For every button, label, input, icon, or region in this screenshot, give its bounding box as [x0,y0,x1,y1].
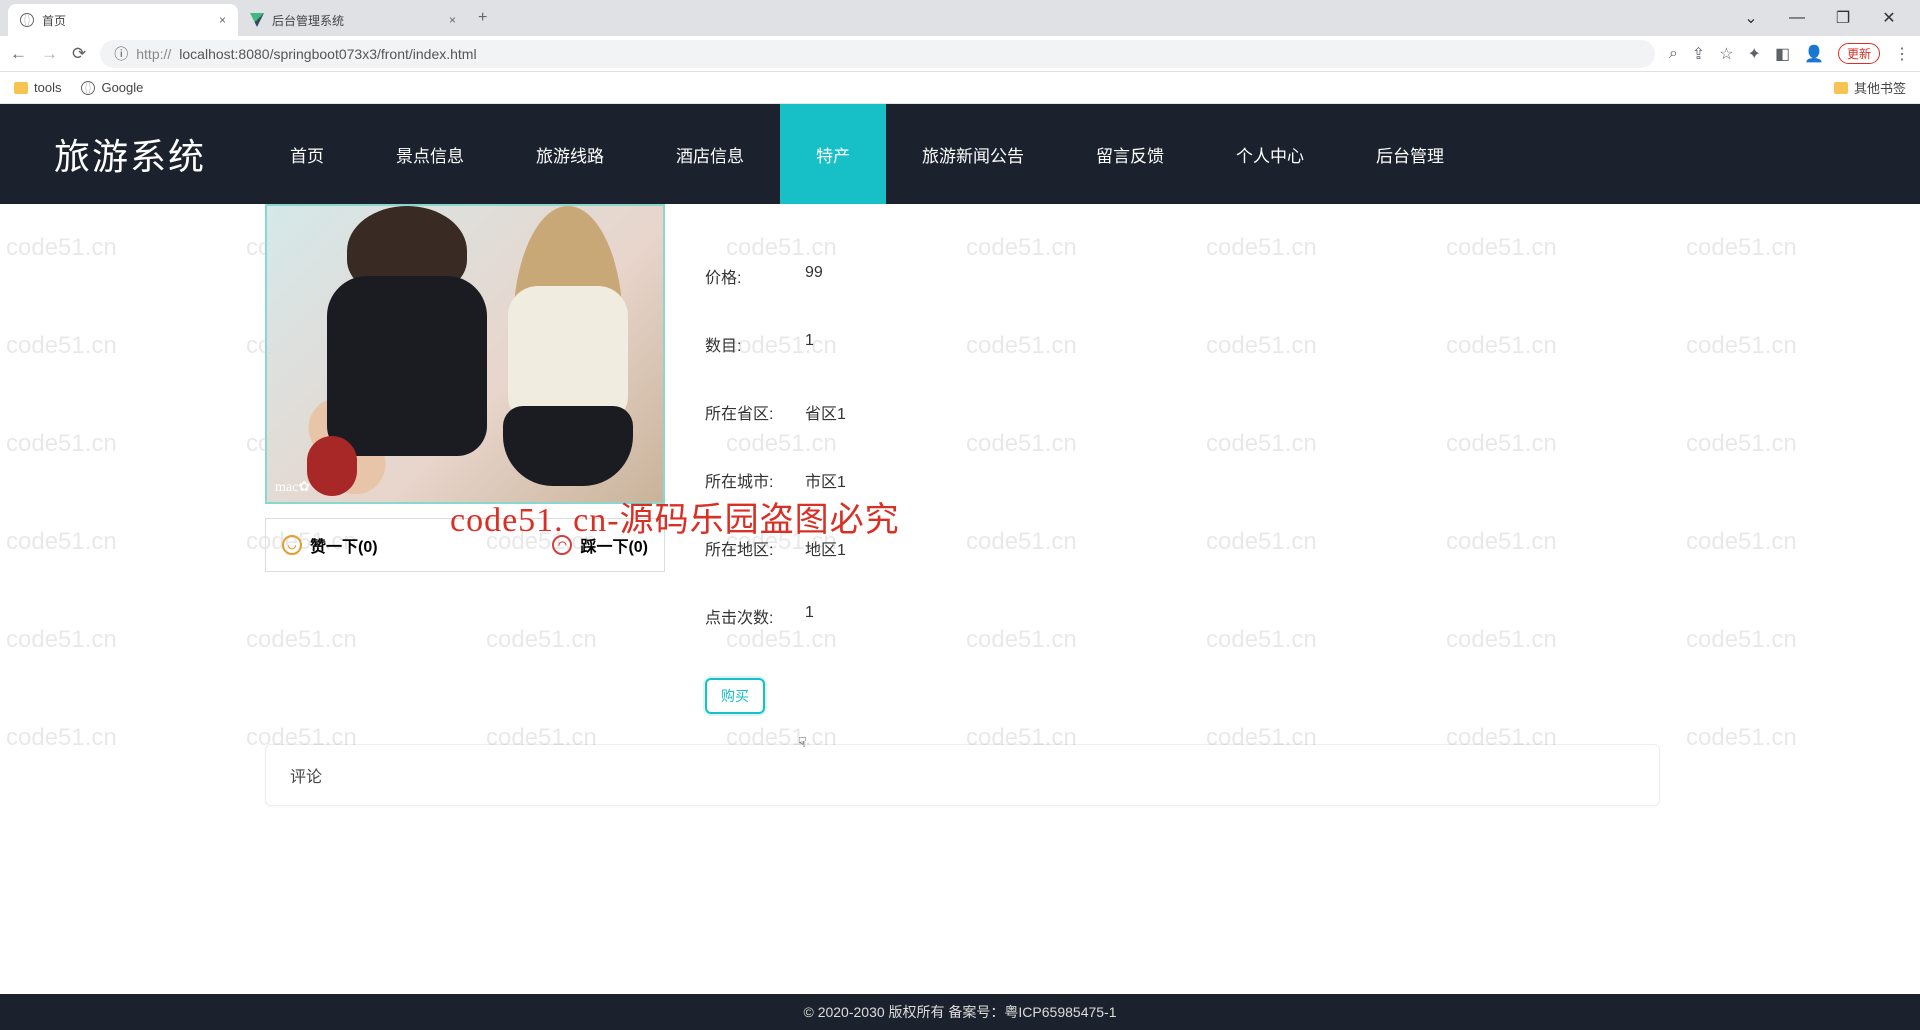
extensions-icon[interactable]: ✦ [1748,44,1761,64]
url-text: localhost:8080/springboot073x3/front/ind… [179,46,476,62]
nav-item-7[interactable]: 个人中心 [1200,104,1340,204]
detail-value: 省区1 [805,400,846,424]
detail-value: 99 [805,264,823,288]
menu-icon[interactable]: ⋮ [1894,44,1910,64]
detail-label: 所在城市: [705,468,805,492]
detail-row: 价格:99 [705,264,846,288]
detail-label: 价格: [705,264,805,288]
side-panel-icon[interactable]: ◧ [1775,44,1790,64]
url-scheme: http:// [136,46,171,62]
site-logo: 旅游系统 [0,128,254,180]
like-button[interactable]: ◡ 赞一下(0) [282,533,378,557]
folder-icon [14,82,28,94]
vue-icon [250,13,264,27]
globe-icon [20,13,34,27]
main-nav: 首页景点信息旅游线路酒店信息特产旅游新闻公告留言反馈个人中心后台管理 [254,104,1480,204]
site-footer: © 2020-2030 版权所有 备案号：粤ICP65985475-1 [0,994,1920,1030]
update-button[interactable]: 更新 [1838,43,1880,64]
minimize-button[interactable]: — [1774,2,1820,34]
tab-bar: 首页 × 后台管理系统 × + ⌄ — ❐ ✕ [0,0,1920,36]
back-button[interactable]: ← [10,44,27,64]
product-detail: mac✿ ◡ 赞一下(0) ◠ 踩一下(0) 价格:99数目:1所在省区:省区1… [0,204,1920,714]
profile-icon[interactable]: 👤 [1804,44,1824,64]
detail-value: 市区1 [805,468,846,492]
tab-title: 后台管理系统 [272,12,344,29]
product-image: mac✿ [265,204,665,504]
bookmark-label: 其他书签 [1854,78,1906,97]
detail-label: 数目: [705,332,805,356]
buy-button[interactable]: 购买 [705,678,765,714]
nav-item-2[interactable]: 旅游线路 [500,104,640,204]
bookmark-other[interactable]: 其他书签 [1834,78,1906,97]
detail-row: 所在地区:地区1 [705,536,846,560]
share-icon[interactable]: ⇪ [1692,44,1705,64]
detail-label: 所在省区: [705,400,805,424]
browser-chrome: 首页 × 后台管理系统 × + ⌄ — ❐ ✕ ← → ⟳ ⓘ http:// l… [0,0,1920,104]
image-signature: mac✿ [275,479,310,496]
site-header: 旅游系统 首页景点信息旅游线路酒店信息特产旅游新闻公告留言反馈个人中心后台管理 [0,104,1920,204]
folder-icon [1834,82,1848,94]
detail-value: 地区1 [805,536,846,560]
info-icon: ⓘ [114,44,128,64]
bookmark-tools[interactable]: tools [14,80,61,95]
smile-icon: ◡ [282,535,302,555]
nav-item-0[interactable]: 首页 [254,104,360,204]
detail-row: 数目:1 [705,332,846,356]
frown-icon: ◠ [552,535,572,555]
product-details-column: 价格:99数目:1所在省区:省区1所在城市:市区1所在地区:地区1点击次数:1购… [705,204,846,714]
browser-tab-inactive[interactable]: 后台管理系统 × [238,4,468,36]
rating-box: ◡ 赞一下(0) ◠ 踩一下(0) [265,518,665,572]
bookmark-label: Google [101,80,143,95]
close-window-button[interactable]: ✕ [1866,2,1912,34]
nav-item-1[interactable]: 景点信息 [360,104,500,204]
product-left-column: mac✿ ◡ 赞一下(0) ◠ 踩一下(0) [265,204,665,714]
close-icon[interactable]: × [449,13,456,27]
detail-row: 所在省区:省区1 [705,400,846,424]
globe-icon [81,81,95,95]
detail-value: 1 [805,332,814,356]
detail-row: 所在城市:市区1 [705,468,846,492]
tab-title: 首页 [42,12,66,29]
address-bar: ← → ⟳ ⓘ http:// localhost:8080/springboot… [0,36,1920,72]
nav-item-3[interactable]: 酒店信息 [640,104,780,204]
nav-item-8[interactable]: 后台管理 [1340,104,1480,204]
detail-label: 点击次数: [705,604,805,628]
dislike-label: 踩一下(0) [580,533,648,557]
toolbar-icons: ⌕ ⇪ ☆ ✦ ◧ 👤 更新 ⋮ [1669,43,1910,64]
close-icon[interactable]: × [219,13,226,27]
browser-tab-active[interactable]: 首页 × [8,4,238,36]
chevron-down-icon[interactable]: ⌄ [1728,2,1774,34]
maximize-button[interactable]: ❐ [1820,2,1866,34]
detail-label: 所在地区: [705,536,805,560]
new-tab-button[interactable]: + [468,9,497,27]
forward-button[interactable]: → [41,44,58,64]
nav-item-5[interactable]: 旅游新闻公告 [886,104,1060,204]
star-icon[interactable]: ☆ [1719,44,1733,64]
key-icon[interactable]: ⌕ [1669,45,1678,63]
bookmark-label: tools [34,80,61,95]
bookmarks-bar: tools Google 其他书签 [0,72,1920,104]
window-controls: ⌄ — ❐ ✕ [1728,2,1912,34]
bookmark-google[interactable]: Google [81,80,143,95]
like-label: 赞一下(0) [310,533,378,557]
page-content: code51.cncode51.cncode51.cncode51.cncode… [0,204,1920,994]
detail-row: 点击次数:1 [705,604,846,628]
detail-value: 1 [805,604,814,628]
nav-item-6[interactable]: 留言反馈 [1060,104,1200,204]
dislike-button[interactable]: ◠ 踩一下(0) [552,533,648,557]
url-input[interactable]: ⓘ http:// localhost:8080/springboot073x3/… [100,40,1655,68]
reload-button[interactable]: ⟳ [72,44,86,64]
nav-item-4[interactable]: 特产 [780,104,886,204]
comment-section-header: 评论 [265,744,1660,806]
